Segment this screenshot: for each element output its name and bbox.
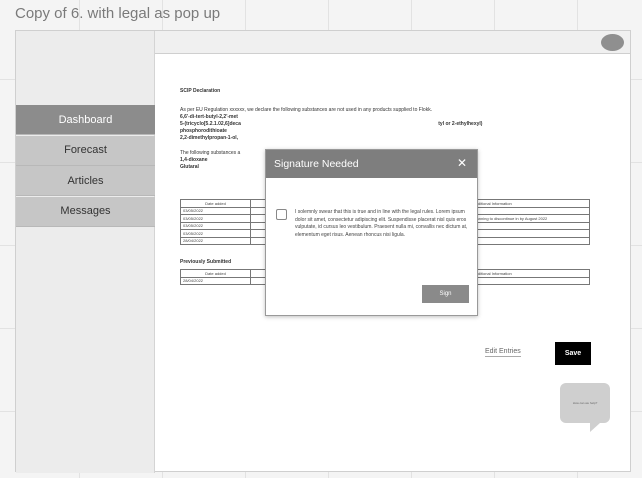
table-cell: 03/05/2022: [180, 206, 251, 215]
chat-bubble[interactable]: How can we help?: [560, 383, 610, 423]
chat-bubble-tail: [590, 423, 600, 432]
top-bar: [155, 31, 630, 54]
table-cell: 28/04/2022: [180, 236, 251, 245]
sidebar-item-messages[interactable]: Messages: [16, 196, 155, 227]
save-button[interactable]: Save: [555, 342, 591, 365]
table-cell: [470, 276, 590, 285]
sidebar-item-articles[interactable]: Articles: [16, 166, 155, 196]
modal-title: Signature Needed: [274, 158, 359, 170]
substance-name-tail: tyl or 2-ethylhexyl): [438, 121, 483, 127]
agreement-checkbox[interactable]: [276, 209, 287, 220]
substance-line: 2,2-dimethylpropan-1-ol,: [180, 135, 239, 141]
sidebar-nav: Dashboard Forecast Articles Messages: [16, 105, 155, 227]
sidebar-item-dashboard[interactable]: Dashboard: [16, 105, 155, 135]
sign-button[interactable]: Sign: [422, 285, 469, 303]
substance-name: 5-(tricyclo[5.2.1.02,6]deca: [180, 121, 241, 127]
sidebar-item-forecast[interactable]: Forecast: [16, 135, 155, 166]
table-cell: 03/05/2022: [180, 221, 251, 230]
signature-modal: Signature Needed ✕ I solemnly swear that…: [265, 149, 478, 316]
chat-bubble-text: How can we help?: [572, 401, 598, 405]
column-header: Date added: [180, 199, 251, 208]
page-title: SCIP Declaration: [180, 88, 221, 94]
table-cell: Planning to discontinue in by August 202…: [470, 214, 590, 223]
sidebar: Dashboard Forecast Articles Messages: [16, 31, 155, 473]
column-header: Date added: [180, 269, 251, 278]
substance-line: 5-(tricyclo[5.2.1.02,6]deca tyl or 2-eth…: [180, 121, 590, 128]
table-cell: [470, 236, 590, 245]
edit-entries-link[interactable]: Edit Entries: [485, 348, 521, 357]
table-cell: [470, 229, 590, 238]
table-cell: 03/05/2022: [180, 214, 251, 223]
close-icon[interactable]: ✕: [457, 157, 467, 169]
column-header: Additional Information: [470, 199, 590, 208]
column-header: Additional Information: [470, 269, 590, 278]
table-cell: [470, 206, 590, 215]
intro-text: As per EU Regulation xxxxxx, we declare …: [180, 107, 433, 113]
substance-line: 6,6'-di-tert-butyl-2,2'-met: [180, 114, 238, 120]
modal-header: Signature Needed: [266, 150, 477, 178]
frame-title: Copy of 6. with legal as pop up: [15, 5, 221, 22]
avatar[interactable]: [601, 34, 624, 51]
table-cell: 03/05/2022: [180, 229, 251, 238]
table-cell: 28/04/2022: [180, 276, 251, 285]
substance-line: phosphorodithioate: [180, 128, 227, 134]
legal-text: I solemnly swear that this is true and i…: [295, 209, 468, 238]
table-cell: [470, 221, 590, 230]
